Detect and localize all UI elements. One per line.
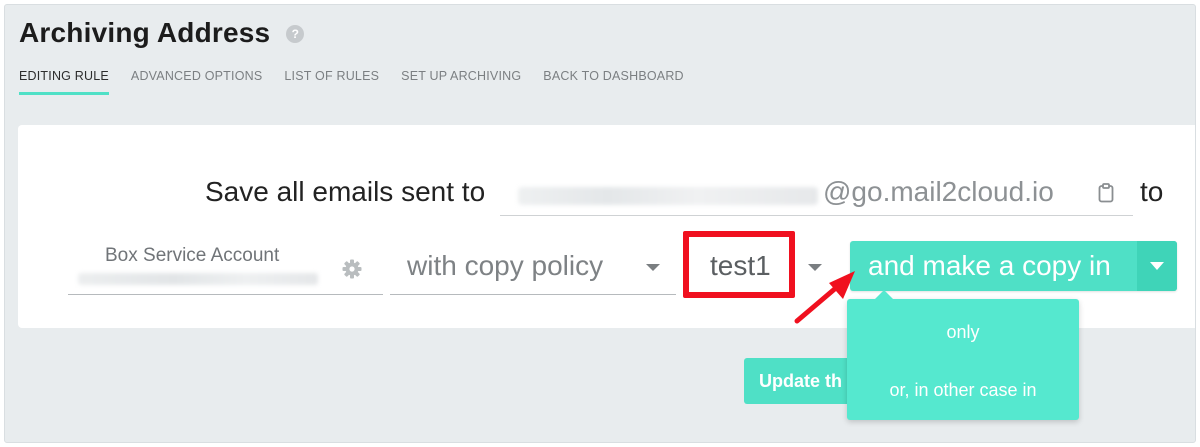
copy-policy-select[interactable]: with copy policy [390, 233, 676, 295]
email-local-part-redacted [518, 187, 818, 205]
save-prefix-text: Save all emails sent to [205, 176, 486, 207]
make-copy-dropdown-toggle[interactable] [1137, 241, 1177, 291]
make-copy-button-label[interactable]: and make a copy in [850, 241, 1137, 291]
caret-down-icon [1150, 262, 1164, 270]
to-suffix-text: to [1140, 176, 1164, 207]
page-title: Archiving Address [19, 17, 271, 48]
service-account-select[interactable]: Box Service Account [68, 233, 383, 295]
dropdown-item-only[interactable]: only [847, 322, 1079, 343]
title-row: Archiving Address ? [19, 17, 305, 49]
tab-list-of-rules[interactable]: LIST OF RULES [284, 69, 379, 95]
chevron-down-icon [646, 264, 660, 271]
gear-icon[interactable] [342, 259, 362, 279]
tab-back-to-dashboard[interactable]: BACK TO DASHBOARD [543, 69, 683, 95]
tab-advanced-options[interactable]: ADVANCED OPTIONS [131, 69, 262, 95]
app-frame: Archiving Address ? EDITING RULE ADVANCE… [4, 4, 1196, 443]
highlight-annotation-box [683, 231, 795, 298]
service-account-value-redacted [78, 273, 318, 285]
tab-editing-rule[interactable]: EDITING RULE [19, 69, 109, 95]
copy-policy-label: with copy policy [407, 250, 604, 281]
make-copy-split-button[interactable]: and make a copy in [850, 241, 1177, 291]
clipboard-icon[interactable] [1098, 183, 1114, 203]
copy-mode-dropdown-menu: only or, in other case in [847, 290, 1079, 420]
email-domain: @go.mail2cloud.io [823, 176, 1054, 207]
rule-card: Save all emails sent to @go.mail2cloud.i… [18, 125, 1195, 328]
tab-bar: EDITING RULE ADVANCED OPTIONS LIST OF RU… [19, 69, 706, 95]
tab-set-up-archiving[interactable]: SET UP ARCHIVING [401, 69, 521, 95]
update-rule-button[interactable]: Update th [744, 358, 864, 404]
service-account-label: Box Service Account [105, 245, 280, 266]
question-circle-icon[interactable]: ? [286, 25, 305, 43]
dropdown-item-other-case[interactable]: or, in other case in [847, 380, 1079, 401]
dropdown-pointer [875, 290, 893, 299]
email-address-field[interactable]: @go.mail2cloud.io [500, 171, 1133, 216]
red-arrow-annotation [794, 271, 855, 324]
